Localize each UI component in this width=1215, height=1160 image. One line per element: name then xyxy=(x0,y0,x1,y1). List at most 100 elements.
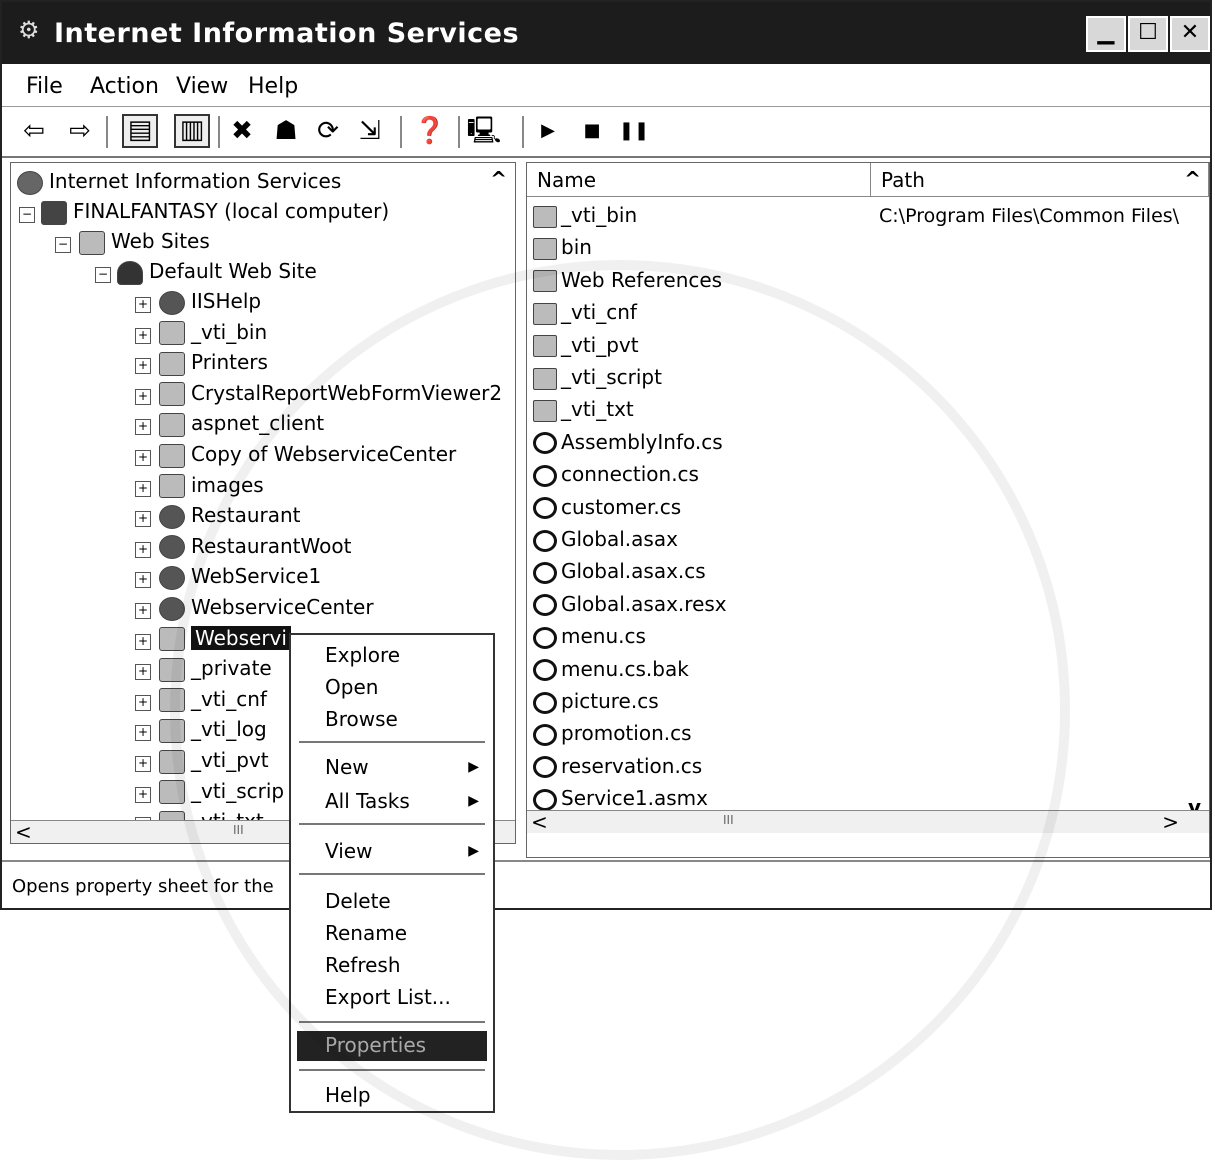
tree-node[interactable]: _vti_pvt xyxy=(159,748,269,778)
list-item[interactable]: connection.cs xyxy=(533,462,699,492)
list-pane[interactable]: Name Path _vti_bin C:\Program Files\Commo… xyxy=(526,162,1210,858)
menu-item-properties[interactable]: Properties xyxy=(325,1033,426,1057)
pause-icon[interactable]: ❚❚ xyxy=(616,114,652,148)
expand-icon[interactable]: + xyxy=(135,327,151,344)
forward-icon[interactable]: ⇨ xyxy=(62,114,98,148)
collapse-icon[interactable]: − xyxy=(19,207,35,223)
scroll-up-icon[interactable]: ^ xyxy=(1184,167,1201,191)
scroll-right-icon[interactable]: > xyxy=(1162,810,1179,834)
list-item[interactable]: AssemblyInfo.cs xyxy=(533,430,723,460)
title-bar[interactable]: ⚙ Internet Information Services ▁ ☐ ✕ xyxy=(2,2,1210,64)
menu-file[interactable]: File xyxy=(26,74,63,99)
menu-item-rename[interactable]: Rename xyxy=(325,921,407,945)
menu-item-refresh[interactable]: Refresh xyxy=(325,953,401,977)
expand-icon[interactable]: + xyxy=(135,664,151,681)
maximize-button[interactable]: ☐ xyxy=(1128,16,1168,52)
list-item[interactable]: reservation.cs xyxy=(533,754,702,784)
tree-computer[interactable]: FINALFANTASY (local computer) xyxy=(41,199,389,229)
menu-item-export-list[interactable]: Export List... xyxy=(325,985,451,1009)
tree-default-web-site[interactable]: Default Web Site xyxy=(117,259,317,289)
menu-item-browse[interactable]: Browse xyxy=(325,707,398,731)
menu-help[interactable]: Help xyxy=(248,74,298,99)
expand-icon[interactable]: + xyxy=(135,633,151,650)
expand-icon[interactable]: + xyxy=(135,450,151,466)
expand-icon[interactable]: + xyxy=(135,603,151,619)
tree-node[interactable]: _vti_log xyxy=(159,717,267,747)
list-item[interactable]: Global.asax xyxy=(533,527,678,557)
expand-icon[interactable]: + xyxy=(135,694,151,711)
expand-icon[interactable]: + xyxy=(135,480,151,497)
show-hide-tree-icon[interactable]: ▥ xyxy=(174,114,210,148)
collapse-icon[interactable]: − xyxy=(95,267,111,283)
menu-action[interactable]: Action xyxy=(90,74,159,99)
column-header-name[interactable]: Name xyxy=(527,163,871,197)
list-item[interactable]: bin xyxy=(533,235,592,265)
scroll-thumb[interactable]: III xyxy=(723,813,734,827)
menu-item-open[interactable]: Open xyxy=(325,675,378,699)
expand-icon[interactable]: + xyxy=(135,725,151,742)
delete-icon[interactable]: ✖ xyxy=(224,114,260,148)
export-list-icon[interactable]: ⇲ xyxy=(352,114,388,148)
list-horizontal-scrollbar[interactable]: < III > xyxy=(527,810,1209,834)
tree-node[interactable]: IISHelp xyxy=(159,289,261,319)
back-icon[interactable]: ⇦ xyxy=(16,114,52,148)
properties-icon[interactable]: ☗ xyxy=(268,114,304,148)
expand-icon[interactable]: + xyxy=(135,572,151,589)
expand-icon[interactable]: + xyxy=(135,419,151,436)
expand-icon[interactable]: + xyxy=(135,358,151,375)
list-item[interactable]: menu.cs.bak xyxy=(533,657,689,687)
minimize-button[interactable]: ▁ xyxy=(1086,16,1126,52)
tree-node[interactable]: Printers xyxy=(159,350,268,380)
expand-icon[interactable]: + xyxy=(135,541,151,558)
list-item[interactable]: Web References xyxy=(533,268,722,298)
tree-root[interactable]: Internet Information Services xyxy=(17,169,341,199)
list-item[interactable]: Global.asax.resx xyxy=(533,592,727,622)
list-item[interactable]: picture.cs xyxy=(533,689,659,719)
refresh-icon[interactable]: ⟳ xyxy=(310,114,346,148)
expand-icon[interactable]: + xyxy=(135,786,151,803)
expand-icon[interactable]: + xyxy=(135,297,151,313)
list-item[interactable]: _vti_cnf xyxy=(533,300,637,330)
expand-icon[interactable]: + xyxy=(135,756,151,772)
tree-node[interactable]: images xyxy=(159,473,264,503)
tree-node[interactable]: _vti_bin xyxy=(159,320,267,350)
tree-node[interactable]: aspnet_client xyxy=(159,411,324,441)
list-item[interactable]: customer.cs xyxy=(533,495,681,525)
expand-icon[interactable]: + xyxy=(135,388,151,405)
scroll-left-icon[interactable]: < xyxy=(15,820,32,843)
help-icon[interactable]: ❓ xyxy=(412,114,448,148)
menu-item-help[interactable]: Help xyxy=(325,1083,371,1107)
list-item[interactable]: _vti_script xyxy=(533,365,662,395)
expand-icon[interactable]: + xyxy=(135,511,151,528)
list-item[interactable]: _vti_pvt xyxy=(533,333,639,363)
collapse-icon[interactable]: − xyxy=(55,237,71,253)
tree-node[interactable]: WebService1 xyxy=(159,564,321,594)
menu-item-delete[interactable]: Delete xyxy=(325,889,391,913)
tree-node[interactable]: _private xyxy=(159,656,272,686)
tree-node[interactable]: WebserviceCenter xyxy=(159,595,374,625)
menu-item-all-tasks[interactable]: All Tasks xyxy=(325,789,410,813)
up-one-level-icon[interactable]: ▤ xyxy=(122,114,158,148)
menu-item-explore[interactable]: Explore xyxy=(325,643,400,667)
scroll-up-icon[interactable]: ^ xyxy=(490,167,507,191)
tree-node[interactable]: Webservi xyxy=(159,625,291,656)
tree-node[interactable]: RestaurantWoot xyxy=(159,534,351,564)
menu-view[interactable]: View xyxy=(176,74,228,99)
tree-node[interactable]: Restaurant xyxy=(159,503,301,533)
stop-icon[interactable]: ■ xyxy=(574,114,610,148)
menu-item-new[interactable]: New xyxy=(325,755,369,779)
play-icon[interactable]: ▶ xyxy=(530,114,566,148)
tree-node[interactable]: _vti_scrip xyxy=(159,779,284,809)
list-item[interactable]: promotion.cs xyxy=(533,721,692,751)
close-button[interactable]: ✕ xyxy=(1170,16,1210,52)
tree-node[interactable]: _vti_cnf xyxy=(159,687,267,717)
column-header-path[interactable]: Path xyxy=(871,163,1209,197)
tree-node[interactable]: Copy of WebserviceCenter xyxy=(159,442,456,472)
scroll-left-icon[interactable]: < xyxy=(531,810,548,834)
list-item[interactable]: _vti_txt xyxy=(533,397,634,427)
list-item[interactable]: Global.asax.cs xyxy=(533,559,706,589)
scroll-thumb[interactable]: III xyxy=(233,823,244,837)
tree-web-sites[interactable]: Web Sites xyxy=(79,229,210,259)
computer-icon[interactable]: 🖳 xyxy=(466,114,502,148)
list-item[interactable]: _vti_bin xyxy=(533,203,637,233)
